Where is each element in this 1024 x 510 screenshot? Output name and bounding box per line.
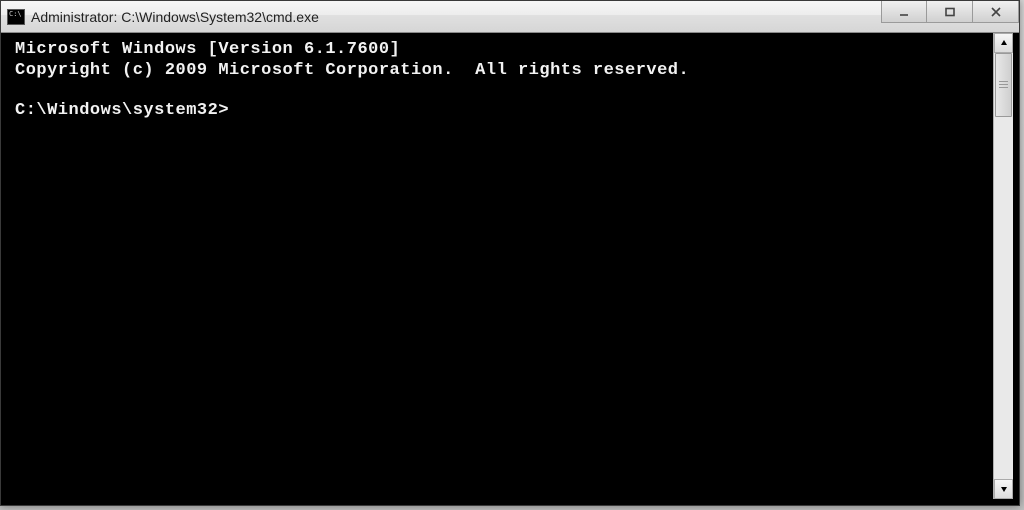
maximize-icon <box>944 7 956 17</box>
vertical-scrollbar[interactable] <box>993 33 1013 499</box>
cmd-icon <box>7 9 25 25</box>
window-controls <box>881 1 1019 23</box>
terminal-line: Microsoft Windows [Version 6.1.7600] <box>15 39 985 60</box>
scroll-down-button[interactable] <box>994 479 1013 499</box>
terminal-prompt: C:\Windows\system32> <box>15 100 985 121</box>
scroll-up-button[interactable] <box>994 33 1013 53</box>
terminal-line: Copyright (c) 2009 Microsoft Corporation… <box>15 60 985 81</box>
cmd-window: Administrator: C:\Windows\System32\cmd.e… <box>0 0 1020 506</box>
scroll-track[interactable] <box>994 53 1013 479</box>
close-icon <box>990 7 1002 17</box>
close-button[interactable] <box>973 1 1019 23</box>
window-title: Administrator: C:\Windows\System32\cmd.e… <box>31 9 319 25</box>
terminal-output[interactable]: Microsoft Windows [Version 6.1.7600]Copy… <box>7 33 993 499</box>
minimize-button[interactable] <box>881 1 927 23</box>
maximize-button[interactable] <box>927 1 973 23</box>
minimize-icon <box>898 7 910 17</box>
chevron-down-icon <box>1000 485 1008 493</box>
chevron-up-icon <box>1000 39 1008 47</box>
scroll-thumb[interactable] <box>995 53 1012 117</box>
titlebar[interactable]: Administrator: C:\Windows\System32\cmd.e… <box>1 1 1019 33</box>
client-area: Microsoft Windows [Version 6.1.7600]Copy… <box>7 33 1013 499</box>
